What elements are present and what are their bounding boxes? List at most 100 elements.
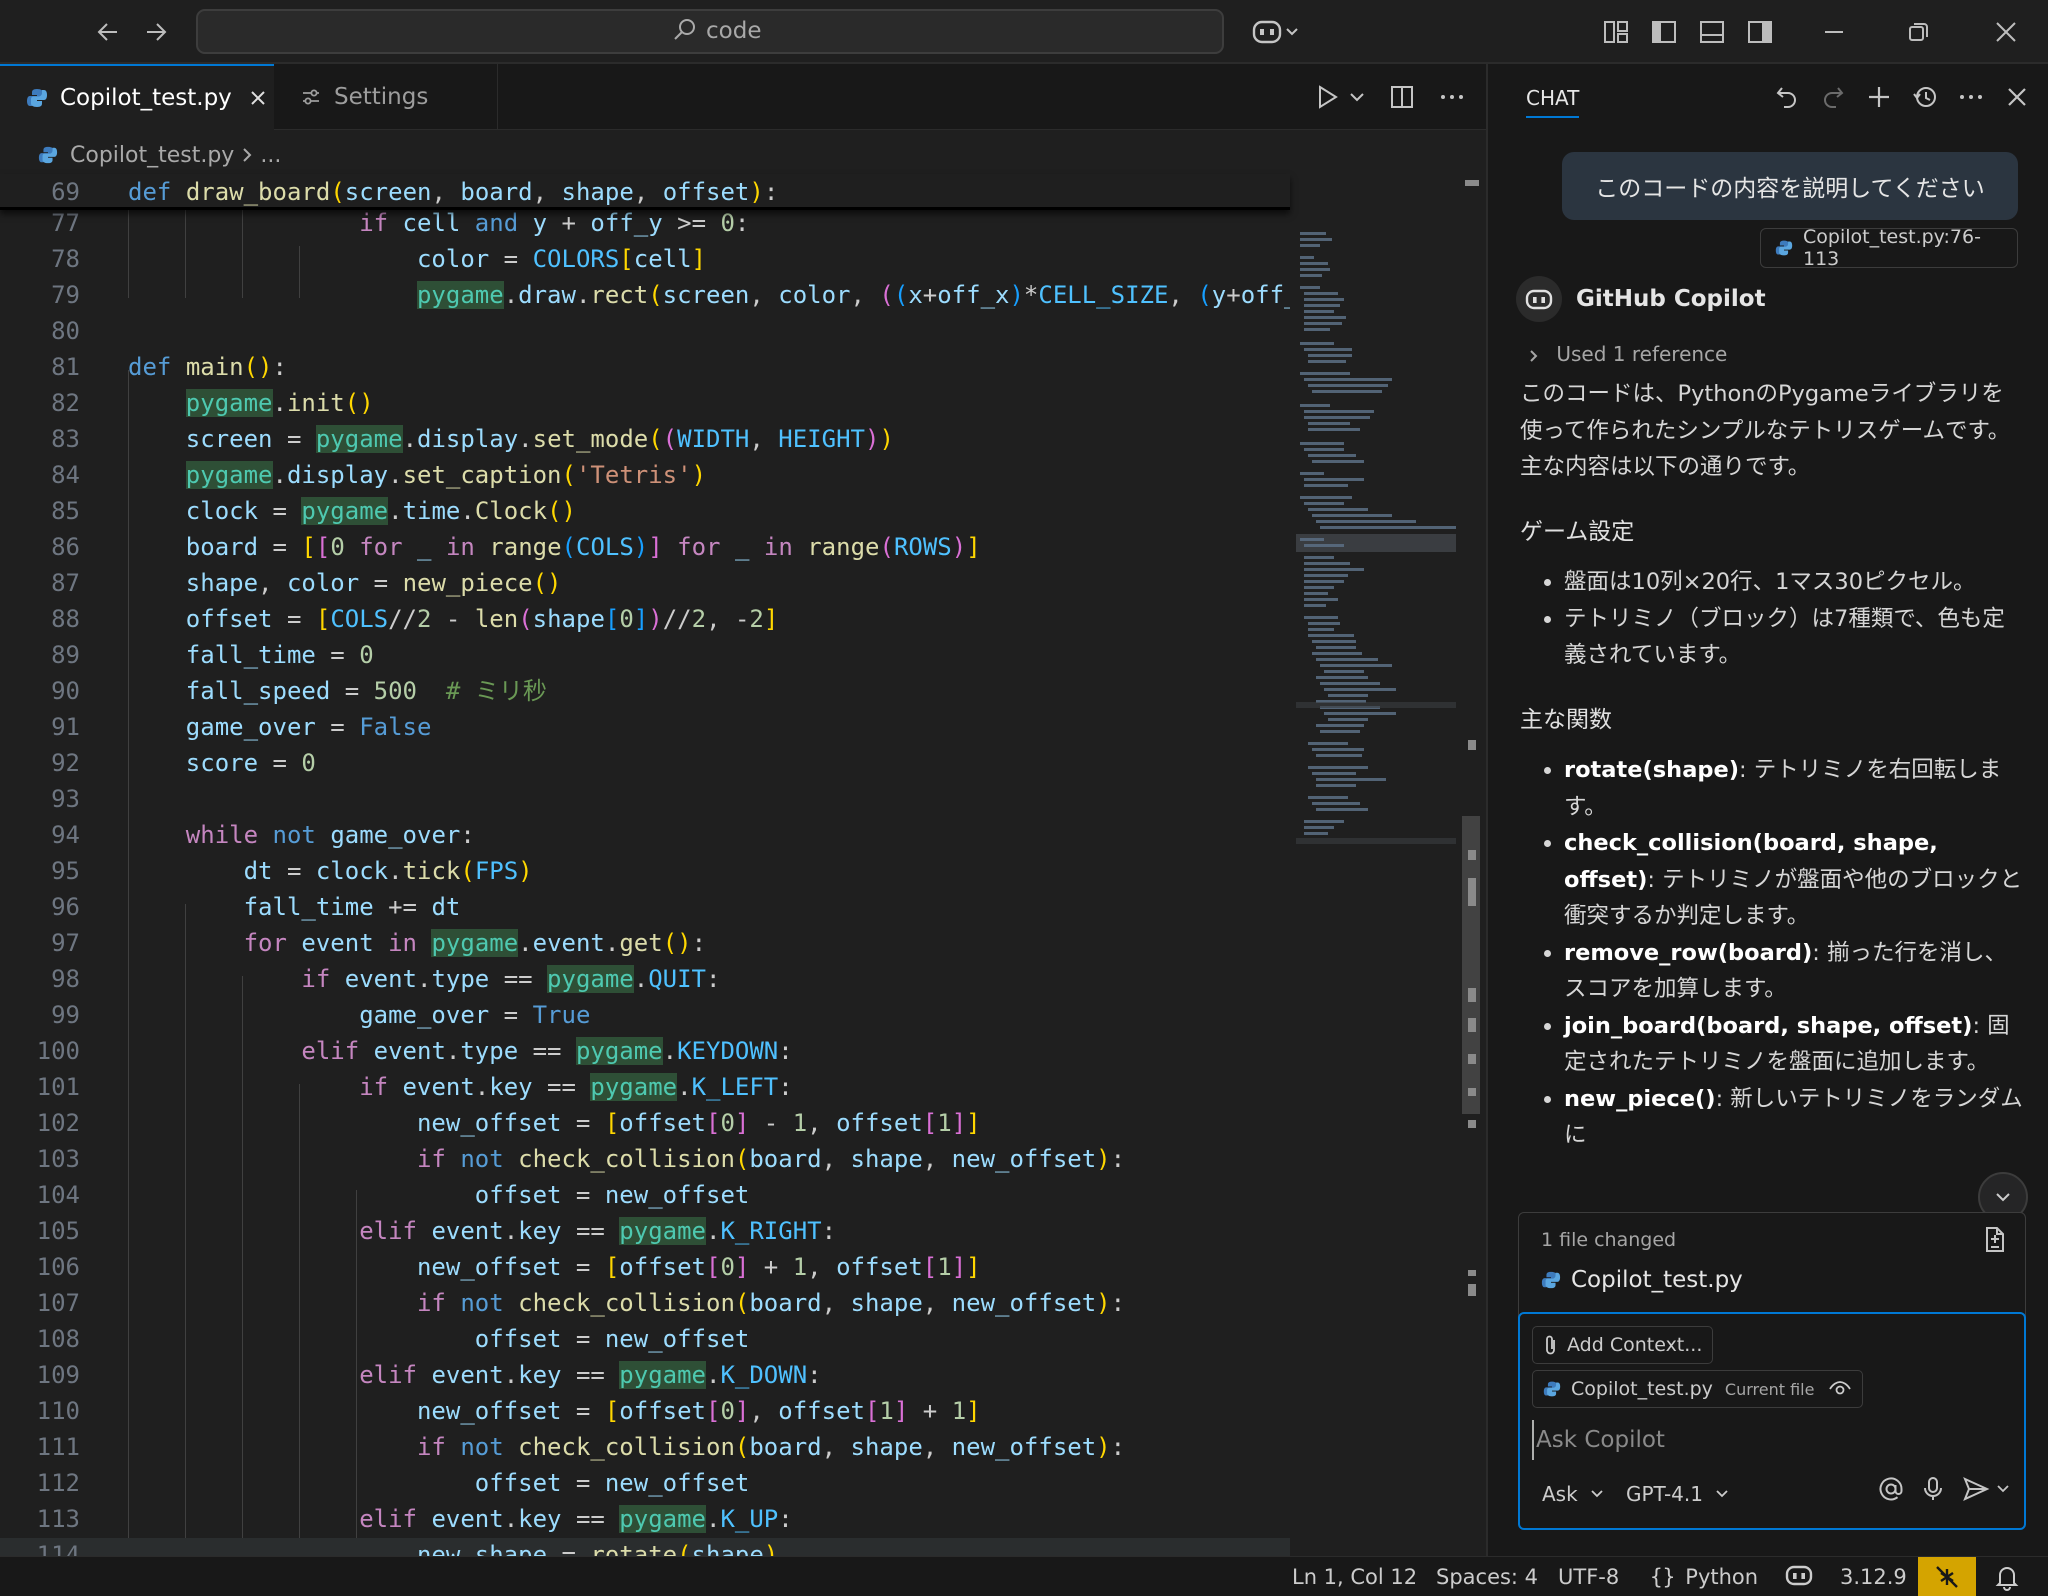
code-line: 81 def main(): (0, 350, 1290, 386)
current-file-chip[interactable]: Copilot_test.py Current file (1532, 1370, 1864, 1408)
code-editor[interactable]: 77 if cell and y + off_y >= 0: 78 color … (0, 174, 1290, 1556)
status-encoding[interactable]: UTF-8 (1558, 1565, 1619, 1589)
tab-settings[interactable]: Settings (274, 64, 498, 130)
functions-list: rotate(shape): テトリミノを右回転します。 check_colli… (1520, 752, 2026, 1154)
minimize-icon[interactable] (1816, 14, 1852, 50)
mention-at-icon[interactable] (1878, 1476, 1904, 1502)
restore-icon[interactable] (1900, 14, 1936, 50)
add-context-button[interactable]: Add Context... (1532, 1326, 1714, 1364)
code-line: 108 offset = new_offset (0, 1322, 1290, 1358)
reference-label: Copilot_test.py:76-113 (1803, 226, 1981, 270)
code-line: 93 (0, 782, 1290, 818)
status-python-version[interactable]: 3.12.9 (1840, 1565, 1907, 1589)
code-line: 83 screen = pygame.display.set_mode((WID… (0, 422, 1290, 458)
code-line: 89 fall_time = 0 (0, 638, 1290, 674)
run-icon[interactable] (1314, 82, 1342, 112)
toggle-panel-icon[interactable] (1694, 14, 1730, 50)
history-icon[interactable] (1912, 84, 1938, 110)
close-tab-icon[interactable] (248, 88, 268, 108)
breadcrumb[interactable]: Copilot_test.py ... (38, 138, 281, 172)
code-line: 78 color = COLORS[cell] (0, 242, 1290, 278)
line-number: 101 (36, 1073, 80, 1101)
copilot-status-icon[interactable] (1784, 1561, 1814, 1589)
chevron-down-icon[interactable] (1348, 82, 1366, 112)
list-item: remove_row(board): 揃った行を消し、スコアを加算します。 (1564, 935, 2026, 1008)
files-changed-panel: 1 file changed Copilot_test.py (1518, 1212, 2026, 1320)
line-number: 100 (36, 1037, 80, 1065)
customize-layout-icon[interactable] (1598, 14, 1634, 50)
code-line: 113 elif event.key == pygame.K_UP: (0, 1502, 1290, 1538)
chat-header: CHAT (1488, 64, 2048, 130)
line-number: 81 (51, 353, 80, 381)
user-message-reference[interactable]: Copilot_test.py:76-113 (1760, 226, 2018, 270)
status-language[interactable]: {} Python (1650, 1565, 1758, 1589)
status-cursor-position[interactable]: Ln 1, Col 12 (1292, 1565, 1417, 1589)
code-line: 90 fall_speed = 500 # ミリ秒 (0, 674, 1290, 710)
chat-actions (1774, 84, 2030, 110)
close-window-icon[interactable] (1988, 14, 2024, 50)
breadcrumb-file[interactable]: Copilot_test.py (70, 143, 234, 168)
changed-file-name: Copilot_test.py (1571, 1267, 1743, 1293)
toggle-primary-sidebar-icon[interactable] (1646, 14, 1682, 50)
copilot-menu-icon[interactable] (1248, 14, 1304, 50)
editor-group: Copilot_test.py Settings Copilot_test.py… (0, 64, 1486, 1556)
redo-icon[interactable] (1820, 84, 1846, 110)
tab-copilot-test-py[interactable]: Copilot_test.py (0, 64, 274, 130)
code-line: 91 game_over = False (0, 710, 1290, 746)
view-changes-icon[interactable] (1981, 1225, 2007, 1255)
send-icon[interactable] (1962, 1476, 1990, 1502)
line-number: 69 (51, 178, 80, 206)
mode-picker[interactable]: Ask (1542, 1482, 1604, 1506)
forward-arrow-icon[interactable] (138, 14, 174, 50)
microphone-icon[interactable] (1922, 1476, 1944, 1502)
editor-scrollbar[interactable] (1462, 174, 1482, 1556)
chevron-right-icon (240, 145, 254, 165)
minimap[interactable] (1292, 174, 1460, 1556)
tab-label: Copilot_test.py (60, 85, 232, 111)
line-number: 94 (51, 821, 80, 849)
copilot-avatar-icon (1516, 276, 1562, 322)
chat-title[interactable]: CHAT (1526, 86, 1580, 118)
undo-icon[interactable] (1774, 84, 1800, 110)
code-line: 99 game_over = True (0, 998, 1290, 1034)
more-actions-icon[interactable] (1438, 82, 1466, 112)
scrollbar-thumb[interactable] (1462, 816, 1480, 1114)
assistant-answer: このコードは、PythonのPygameライブラリを使って作られたシンプルなテト… (1520, 376, 2026, 1256)
chevron-down-icon[interactable] (1996, 1482, 2010, 1496)
code-line: 100 elif event.type == pygame.KEYDOWN: (0, 1034, 1290, 1070)
line-number: 113 (36, 1505, 80, 1533)
sticky-scroll-line[interactable]: 69 def draw_board(screen, board, shape, … (0, 174, 1290, 210)
used-references-toggle[interactable]: Used 1 reference (1528, 342, 1727, 366)
changed-file-item[interactable]: Copilot_test.py (1541, 1267, 1743, 1293)
code-line: 84 pygame.display.set_caption('Tetris') (0, 458, 1290, 494)
settings-list: 盤面は10列×20行、1マス30ピクセル。 テトリミノ（ブロック）は7種類で、色… (1520, 564, 2026, 674)
code-line: 114 new_shape = rotate(shape) (0, 1538, 1290, 1556)
code-line: 92 score = 0 (0, 746, 1290, 782)
line-number: 86 (51, 533, 80, 561)
broadcast-off-icon[interactable] (1918, 1557, 1976, 1596)
code-line: 86 board = [[0 for _ in range(COLS)] for… (0, 530, 1290, 566)
code-line: 79 pygame.draw.rect(screen, color, ((x+o… (0, 278, 1290, 314)
close-icon[interactable] (2004, 84, 2030, 110)
answer-intro-2: 主な内容は以下の通りです。 (1520, 454, 1811, 480)
more-actions-icon[interactable] (1958, 84, 1984, 110)
python-file-icon (26, 87, 48, 109)
toggle-secondary-sidebar-icon[interactable] (1742, 14, 1778, 50)
ask-copilot-input[interactable] (1532, 1420, 2002, 1460)
line-number: 106 (36, 1253, 80, 1281)
new-chat-plus-icon[interactable] (1866, 84, 1892, 110)
model-picker[interactable]: GPT-4.1 (1626, 1482, 1729, 1506)
code-line: 102 new_offset = [offset[0] - 1, offset[… (0, 1106, 1290, 1142)
breadcrumb-symbol[interactable]: ... (260, 143, 281, 168)
status-indentation[interactable]: Spaces: 4 (1436, 1565, 1538, 1589)
eye-icon[interactable] (1828, 1380, 1852, 1398)
code-line: 77 if cell and y + off_y >= 0: (0, 206, 1290, 242)
code-line: 88 offset = [COLS//2 - len(shape[0])//2,… (0, 602, 1290, 638)
back-arrow-icon[interactable] (90, 14, 126, 50)
answer-heading-functions: 主な関数 (1520, 706, 1612, 733)
line-number: 99 (51, 1001, 80, 1029)
notifications-bell-icon[interactable] (1994, 1563, 2020, 1591)
python-file-icon (1543, 1380, 1561, 1398)
list-item: join_board(board, shape, offset): 固定されたテ… (1564, 1008, 2026, 1081)
split-editor-icon[interactable] (1388, 82, 1416, 112)
